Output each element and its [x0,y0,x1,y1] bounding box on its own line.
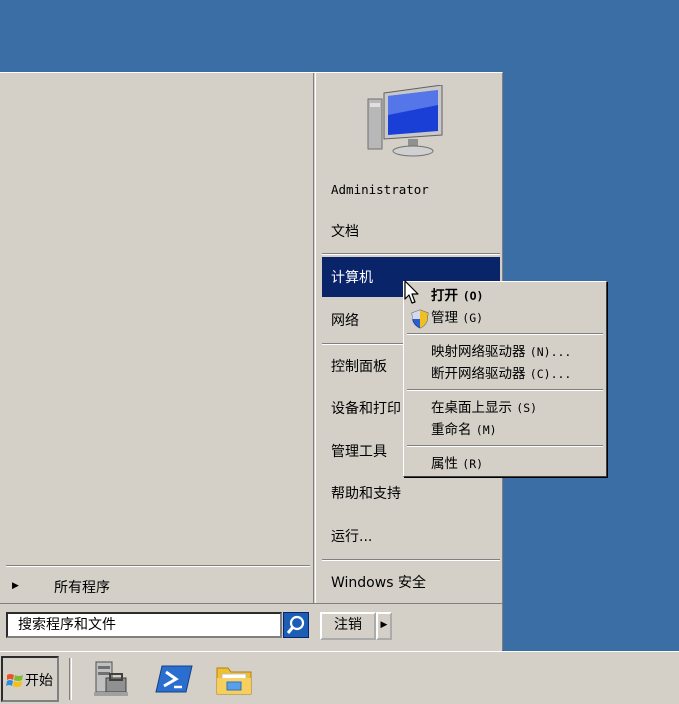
uac-shield-icon [411,309,429,329]
computer-monitor-icon [367,85,443,157]
user-folder-administrator[interactable]: Administrator [331,179,429,201]
search-button[interactable] [283,612,309,638]
ctx-map-network-drive[interactable]: 映射网络驱动器 (N)... [431,342,571,362]
run-item[interactable]: 运行... [331,526,372,548]
ctx-separator [407,445,603,447]
search-input[interactable] [8,614,280,636]
ctx-disconnect-network-drive[interactable]: 断开网络驱动器 (C)... [431,364,571,384]
taskbar-separator [69,658,72,700]
start-menu-programs-pane: ▶ 所有程序 [0,73,314,603]
start-button-label: 开始 [25,673,53,689]
search-box [6,612,282,638]
ctx-open-accel: (O) [462,289,484,303]
start-button[interactable]: 开始 [1,656,59,702]
ctx-open[interactable]: 打开 (O) [431,286,483,306]
triangle-right-icon: ▶ [12,581,19,591]
powershell-icon[interactable] [154,660,194,698]
ctx-map-accel: (N)... [529,345,572,359]
windows-security-item[interactable]: Windows 安全 [331,572,426,594]
ctx-rename[interactable]: 重命名 (M) [431,420,497,440]
mouse-pointer-icon [404,280,419,304]
ctx-rename-label: 重命名 [431,422,472,438]
ctx-separator [407,389,603,391]
ctx-separator [407,333,603,335]
help-support-item[interactable]: 帮助和支持 [331,483,401,505]
computer-item-label: 计算机 [331,270,373,286]
explorer-folder-icon[interactable] [214,660,254,698]
control-panel-item[interactable]: 控制面板 [331,356,387,378]
all-programs-label: 所有程序 [54,580,110,596]
ctx-manage-accel: (G) [462,311,484,325]
ctx-open-label: 打开 [431,288,458,304]
ctx-properties-label: 属性 [431,456,458,472]
context-menu: 打开 (O) 管理 (G) 映射网络驱动器 (N)... 断开网络驱动器 (C)… [403,281,607,477]
devices-printers-item[interactable]: 设备和打印 [331,398,401,420]
ctx-show-accel: (S) [516,401,538,415]
ctx-properties[interactable]: 属性 (R) [431,454,483,474]
ctx-manage-label: 管理 [431,310,458,326]
ctx-show-on-desktop[interactable]: 在桌面上显示 (S) [431,398,537,418]
magnifier-icon [286,615,305,634]
all-programs-separator [6,565,310,567]
documents-item[interactable]: 文档 [331,221,359,243]
menu-separator [322,253,500,255]
ctx-properties-accel: (R) [462,457,484,471]
start-menu-bottom-bar: 注销 ▶ [0,603,502,651]
admin-tools-item[interactable]: 管理工具 [331,441,387,463]
menu-separator [322,559,500,561]
windows-flag-icon [6,674,23,687]
triangle-right-icon: ▶ [380,620,388,630]
shutdown-options-button[interactable]: ▶ [376,612,392,640]
all-programs-button[interactable]: ▶ 所有程序 [0,573,314,603]
ctx-disconnect-accel: (C)... [529,367,572,381]
network-item[interactable]: 网络 [331,310,359,332]
taskbar: 开始 [0,651,679,704]
ctx-disconnect-label: 断开网络驱动器 [431,366,526,382]
ctx-rename-accel: (M) [475,423,497,437]
ctx-map-label: 映射网络驱动器 [431,344,526,360]
ctx-manage[interactable]: 管理 (G) [431,308,483,328]
server-manager-icon[interactable] [92,660,132,698]
ctx-show-label: 在桌面上显示 [431,400,512,416]
logoff-button[interactable]: 注销 [320,612,376,640]
